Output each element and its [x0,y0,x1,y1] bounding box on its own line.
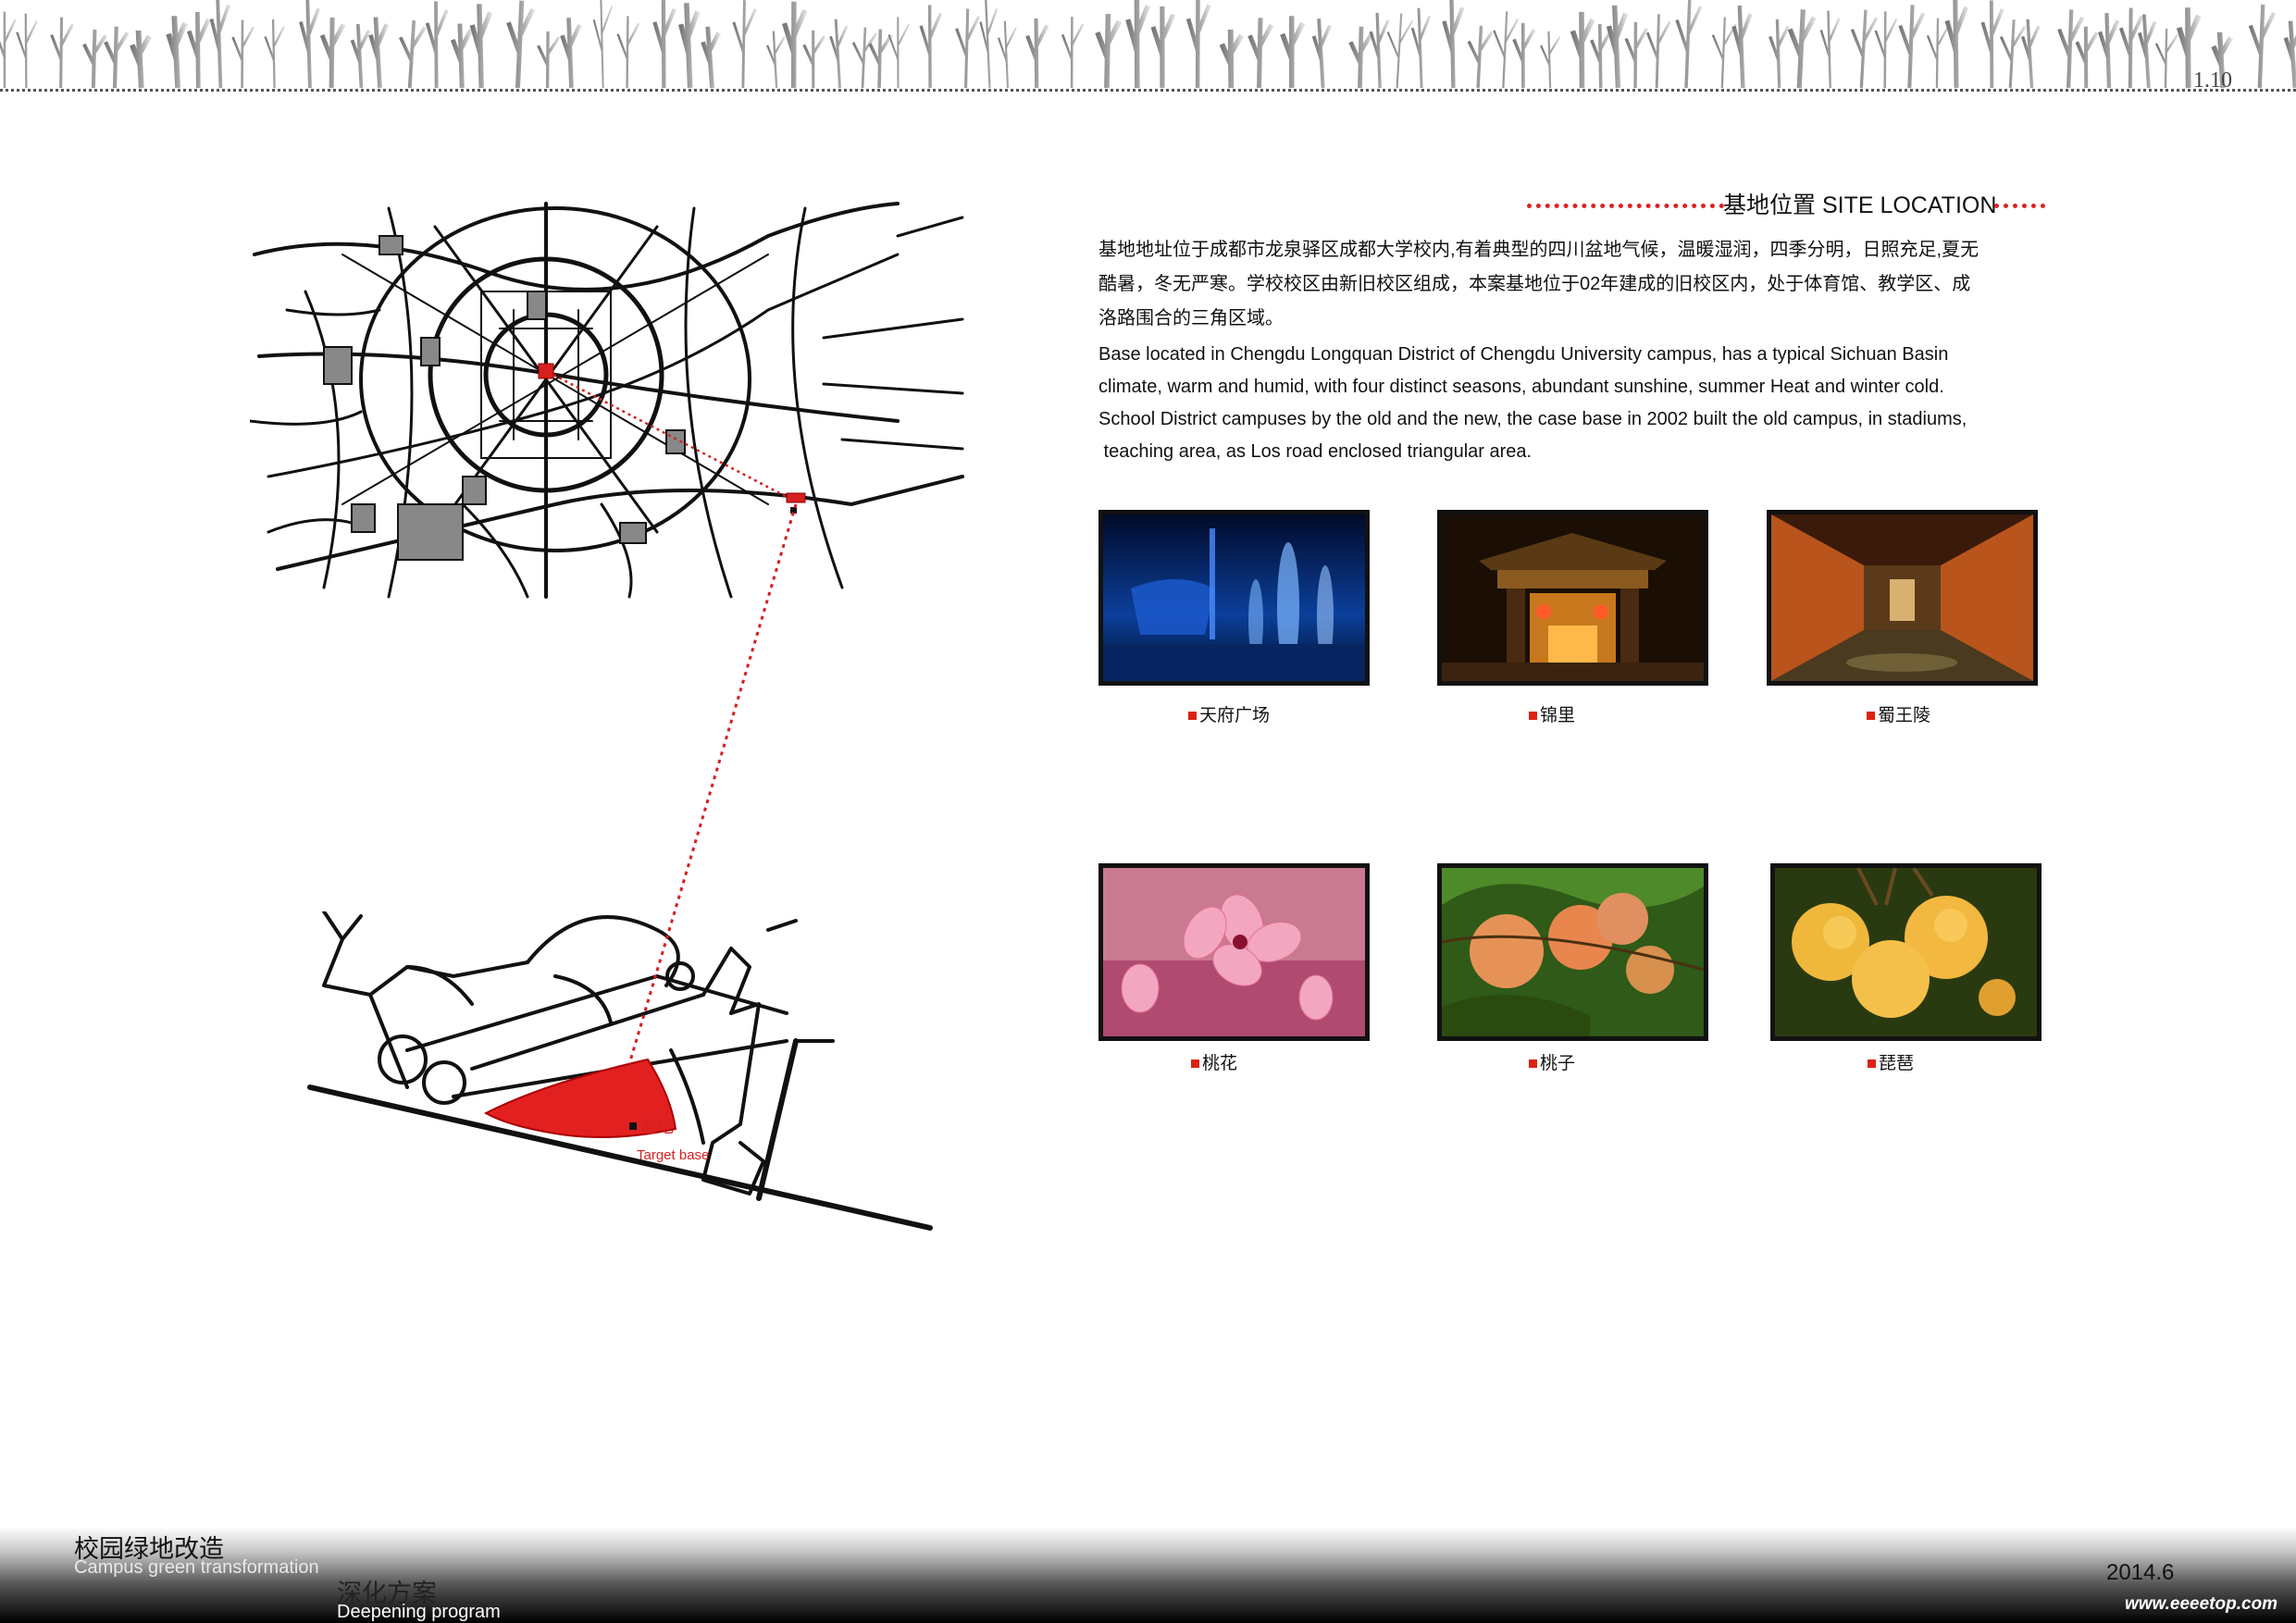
cn-line: 基地地址位于成都市龙泉驿区成都大学校内,有着典型的四川盆地气候，温暖湿润，四季分… [1098,240,1980,260]
footer-subtitle-en: Deepening program [337,1602,501,1622]
en-line: School District campuses by the old and … [1098,409,1967,429]
caption-text: 锦里 [1540,706,1576,725]
title-dotted-lead [1527,204,1724,208]
en-line: climate, warm and humid, with four disti… [1098,377,1944,397]
header-dotted-rule [0,89,2296,92]
caption-text: 琵琶 [1879,1054,1915,1073]
caption-tianfu-square: 天府广场 [1188,701,1270,726]
section-title: 基地位置 SITE LOCATION [1527,187,2045,224]
chengdu-city-road-map [250,202,964,599]
description-english: Base located in Chengdu Longquan Distric… [1098,339,2047,468]
site-map-label-cn: 基地 [640,1118,674,1136]
footer-date: 2014.6 [2106,1560,2175,1585]
tree-silhouette-banner [0,0,2296,89]
description-chinese: 基地地址位于成都市龙泉驿区成都大学校内,有着典型的四川盆地气候，温暖湿润，四季分… [1098,233,2047,336]
page-number: 1.10 [2193,68,2232,93]
caption-shu-king-tomb: 蜀王陵 [1867,701,1930,726]
caption-peach-blossom: 桃花 [1191,1049,1237,1074]
en-line: teaching area, as Los road enclosed tria… [1098,441,1533,462]
en-line: Base located in Chengdu Longquan Distric… [1098,344,1949,365]
caption-text: 桃花 [1202,1054,1238,1073]
footer-title-en: Campus green transformation [74,1557,319,1578]
section-title-text: 基地位置 SITE LOCATION [1723,192,1997,218]
title-dotted-tail [1994,204,2045,208]
site-location-map: 基地 Target base [307,911,933,1231]
caption-loquat: 琵琶 [1868,1049,1914,1074]
site-map-label-en: Target base [637,1147,709,1163]
caption-text: 桃子 [1540,1054,1576,1073]
footer-watermark-url[interactable]: www.eeeetop.com [2125,1594,2277,1615]
fountain-night-photo [1098,510,1370,686]
caption-peaches: 桃子 [1529,1049,1575,1074]
tomb-hall-photo [1767,510,2038,686]
peaches-photo [1437,863,1708,1041]
peach-blossom-photo [1098,863,1370,1041]
caption-text: 蜀王陵 [1878,706,1931,725]
caption-text: 天府广场 [1199,706,1271,725]
jinli-gate-photo [1437,510,1708,686]
caption-jinli: 锦里 [1529,701,1575,726]
loquat-photo [1770,863,2042,1041]
cn-line: 洛路围合的三角区域。 [1098,308,1284,328]
cn-line: 酷暑，冬无严寒。学校校区由新旧校区组成，本案基地位于02年建成的旧校区内，处于体… [1098,274,1971,294]
